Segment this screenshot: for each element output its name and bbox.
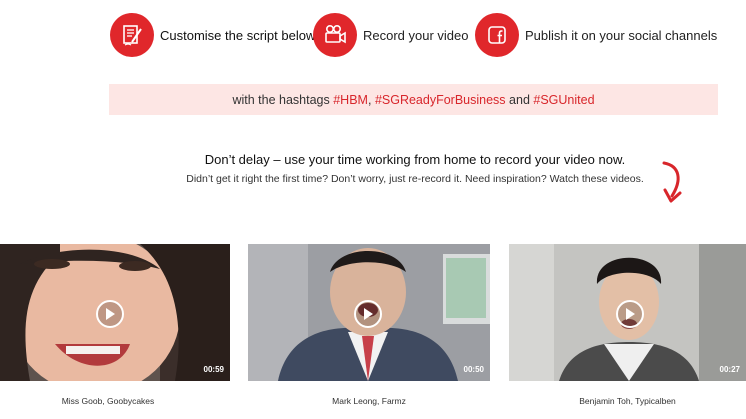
steps-row: Customise the script below Record your v… xyxy=(0,12,746,60)
video-benjamin-toh[interactable]: 00:27 xyxy=(509,244,746,381)
script-edit-icon xyxy=(110,13,154,57)
curved-arrow-down-icon xyxy=(662,161,682,203)
video-duration: 00:50 xyxy=(463,365,484,374)
play-button[interactable] xyxy=(354,300,382,328)
intro-headline: Don’t delay – use your time working from… xyxy=(204,152,626,167)
step-record: Record your video xyxy=(313,12,469,58)
video-caption: Miss Goob, Goobycakes xyxy=(61,396,155,406)
banner-and: and xyxy=(509,92,530,107)
video-caption: Mark Leong, Farmz xyxy=(332,396,406,406)
video-camera-icon xyxy=(313,13,357,57)
facebook-icon xyxy=(475,13,519,57)
play-icon xyxy=(106,308,115,320)
step-label: Record your video xyxy=(363,27,469,43)
play-button[interactable] xyxy=(616,300,644,328)
hashtag-hbm: #HBM xyxy=(333,92,368,107)
step-publish: Publish it on your social channels xyxy=(475,12,717,58)
hashtag-banner: with the hashtags #HBM , #SGReadyForBusi… xyxy=(109,84,718,115)
step-label: Publish it on your social channels xyxy=(525,27,718,43)
play-icon xyxy=(626,308,635,320)
video-mark-leong[interactable]: 00:50 xyxy=(248,244,490,381)
video-duration: 00:27 xyxy=(719,365,740,374)
play-icon xyxy=(364,308,373,320)
page: Customise the script below Record your v… xyxy=(0,0,746,419)
play-button[interactable] xyxy=(96,300,124,328)
video-duration: 00:59 xyxy=(203,365,224,374)
hashtag-sgreadyforbusiness: #SGReadyForBusiness xyxy=(374,92,506,107)
intro-subline: Didn’t get it right the first time? Don’… xyxy=(186,173,644,185)
banner-prefix: with the hashtags xyxy=(232,92,330,107)
step-label: Customise the script below xyxy=(160,27,316,43)
hashtag-sgunited: #SGUnited xyxy=(533,92,595,107)
step-customise: Customise the script below xyxy=(110,12,315,58)
video-miss-goob[interactable]: 00:59 xyxy=(0,244,230,381)
video-caption: Benjamin Toh, Typicalben xyxy=(579,396,676,406)
